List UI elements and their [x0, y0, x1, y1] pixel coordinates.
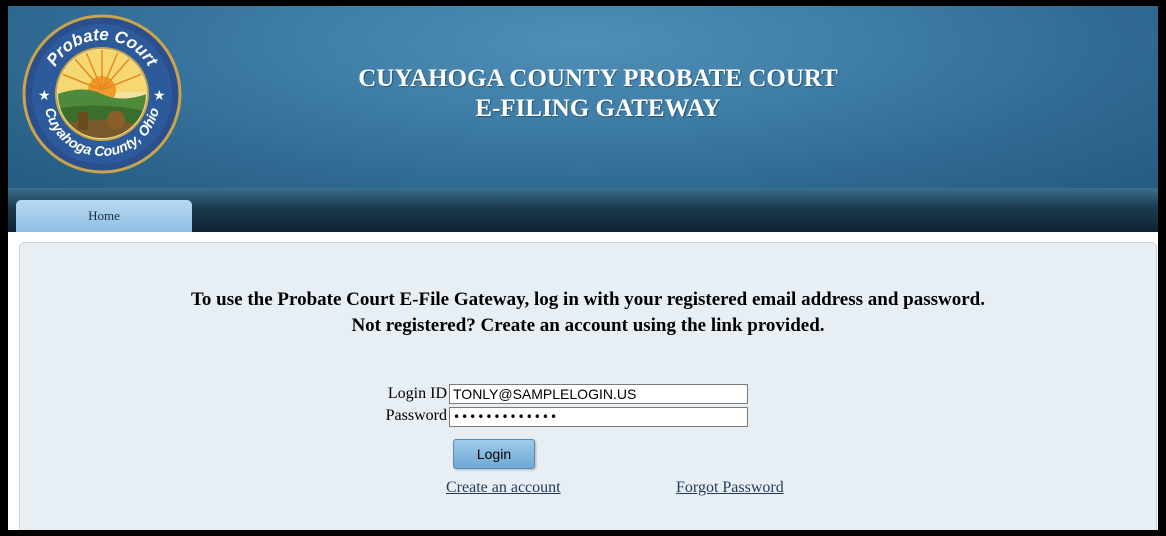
title-line-2: E-FILING GATEWAY	[475, 95, 721, 122]
nav-bar: Home	[8, 188, 1158, 232]
login-instructions: To use the Probate Court E-File Gateway,…	[20, 287, 1156, 339]
instructions-line-2: Not registered? Create an account using …	[351, 315, 825, 336]
title-line-1: CUYAHOGA COUNTY PROBATE COURT	[358, 65, 838, 92]
seal-star-right-icon: ★	[153, 88, 166, 104]
seal-star-left-icon: ★	[38, 88, 51, 104]
login-button[interactable]: Login	[453, 439, 535, 469]
instructions-line-1: To use the Probate Court E-File Gateway,…	[191, 289, 985, 310]
login-id-label: Login ID	[387, 385, 447, 402]
court-seal-logo: Probate Court Cuyahoga County, Ohio ★ ★	[22, 14, 182, 174]
page-frame: Probate Court Cuyahoga County, Ohio ★ ★ …	[8, 6, 1158, 530]
page-title: CUYAHOGA COUNTY PROBATE COURT E-FILING G…	[208, 64, 988, 124]
tab-home[interactable]: Home	[16, 200, 192, 232]
login-panel: To use the Probate Court E-File Gateway,…	[19, 242, 1157, 530]
password-label: Password	[385, 407, 447, 424]
create-account-link[interactable]: Create an account	[446, 479, 561, 497]
forgot-password-link[interactable]: Forgot Password	[676, 479, 784, 497]
header-banner: Probate Court Cuyahoga County, Ohio ★ ★ …	[8, 6, 1158, 188]
login-id-input[interactable]: TONLY@SAMPLELOGIN.US	[449, 384, 748, 404]
password-input[interactable]: •••••••••••••	[449, 407, 748, 427]
